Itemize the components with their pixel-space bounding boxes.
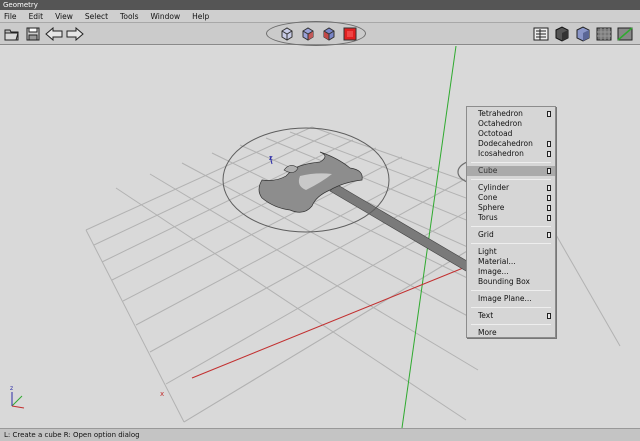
- menu-item-cone[interactable]: Cone: [467, 193, 555, 203]
- menu-item-cube[interactable]: Cube: [467, 166, 555, 176]
- x-axis-label: x: [160, 390, 164, 398]
- menu-item-material[interactable]: Material...: [467, 257, 555, 267]
- x-axis-line: [191, 265, 469, 379]
- option-box-icon[interactable]: [547, 151, 551, 157]
- ramp-button[interactable]: [616, 25, 634, 42]
- option-box-icon[interactable]: [547, 185, 551, 191]
- menu-item-light[interactable]: Light: [467, 247, 555, 257]
- shade-blue-button[interactable]: [574, 25, 592, 42]
- context-menu: Tetrahedron Octahedron Octotoad Dodecahe…: [466, 106, 556, 338]
- texture-icon: [596, 27, 612, 40]
- option-box-icon[interactable]: [547, 195, 551, 201]
- menu-item-grid[interactable]: Grid: [467, 230, 555, 240]
- option-box-icon[interactable]: [547, 313, 551, 319]
- menu-item-dodecahedron[interactable]: Dodecahedron: [467, 139, 555, 149]
- menu-tools[interactable]: Tools: [114, 10, 144, 23]
- layout-icon: [533, 27, 549, 40]
- option-box-icon[interactable]: [547, 141, 551, 147]
- texture-button[interactable]: [595, 25, 613, 42]
- menu-separator: [471, 162, 551, 163]
- option-box-icon[interactable]: [547, 111, 551, 117]
- forward-button[interactable]: [66, 25, 84, 42]
- menu-select[interactable]: Select: [79, 10, 114, 23]
- menu-item-torus[interactable]: Torus: [467, 213, 555, 223]
- menu-separator: [471, 243, 551, 244]
- option-box-icon[interactable]: [547, 168, 551, 174]
- menu-item-image[interactable]: Image...: [467, 267, 555, 277]
- status-text: L: Create a cube R: Open option dialog: [4, 431, 140, 439]
- toolbar: [0, 21, 640, 46]
- shade-dark-icon: [555, 25, 569, 42]
- option-box-icon[interactable]: [547, 205, 551, 211]
- menu-item-image-plane[interactable]: Image Plane...: [467, 294, 555, 304]
- svg-text:z: z: [10, 385, 13, 392]
- menu-edit[interactable]: Edit: [23, 10, 50, 23]
- menu-help[interactable]: Help: [186, 10, 215, 23]
- menu-separator: [471, 307, 551, 308]
- menu-view[interactable]: View: [49, 10, 79, 23]
- save-button[interactable]: [24, 25, 42, 42]
- open-folder-button[interactable]: [3, 25, 21, 42]
- shade-blue-icon: [576, 25, 590, 42]
- menu-item-more[interactable]: More: [467, 328, 555, 338]
- axis-triad-icon: z: [10, 385, 25, 409]
- menu-separator: [471, 226, 551, 227]
- shade-dark-button[interactable]: [553, 25, 571, 42]
- menu-item-icosahedron[interactable]: Icosahedron: [467, 149, 555, 159]
- menu-separator: [471, 179, 551, 180]
- toolbar-highlight-ellipse: [266, 21, 366, 46]
- z-axis-label: z: [269, 154, 273, 162]
- arrow-left-icon: [45, 26, 63, 41]
- option-box-icon[interactable]: [547, 232, 551, 238]
- window-title-bar: Geometry: [0, 0, 640, 10]
- menu-item-text[interactable]: Text: [467, 311, 555, 321]
- status-bar: L: Create a cube R: Open option dialog: [0, 428, 640, 441]
- option-box-icon[interactable]: [547, 215, 551, 221]
- save-icon: [26, 27, 40, 40]
- window-title: Geometry: [3, 1, 38, 9]
- folder-open-icon: [4, 29, 19, 40]
- menu-file[interactable]: File: [0, 10, 23, 23]
- menu-item-sphere[interactable]: Sphere: [467, 203, 555, 213]
- menu-separator: [471, 324, 551, 325]
- ramp-icon: [617, 26, 633, 41]
- menu-window[interactable]: Window: [145, 10, 187, 23]
- back-button[interactable]: [45, 25, 63, 42]
- menu-item-octahedron[interactable]: Octahedron: [467, 119, 555, 129]
- menu-separator: [471, 290, 551, 291]
- arrow-right-icon: [66, 26, 84, 41]
- menu-item-bounding-box[interactable]: Bounding Box: [467, 277, 555, 287]
- layout-button[interactable]: [532, 25, 550, 42]
- menu-item-cylinder[interactable]: Cylinder: [467, 183, 555, 193]
- axe-model: [258, 151, 473, 272]
- menu-item-tetrahedron[interactable]: Tetrahedron: [467, 109, 555, 119]
- menu-item-octotoad[interactable]: Octotoad: [467, 129, 555, 139]
